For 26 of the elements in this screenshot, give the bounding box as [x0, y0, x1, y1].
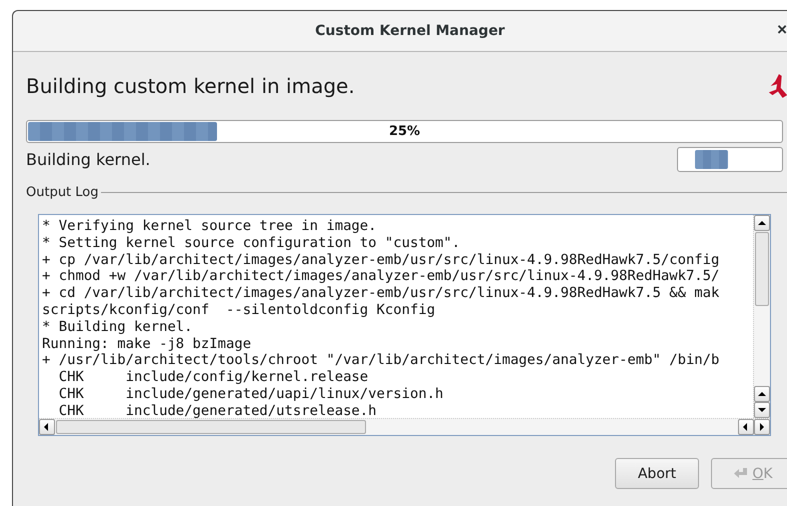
return-arrow-icon	[733, 466, 750, 480]
log-line: CHK include/generated/uapi/linux/version.h	[58, 386, 444, 403]
log-line: * Setting kernel source configuration to "custom".	[42, 234, 462, 252]
status-text: Building kernel.	[26, 150, 150, 168]
abort-button[interactable]: Abort	[615, 458, 699, 489]
window-title: Custom Kernel Manager	[315, 23, 505, 39]
frame-label: Output Log	[26, 185, 99, 200]
vertical-scrollbar[interactable]	[753, 215, 770, 418]
activity-pulse	[695, 150, 728, 168]
close-button[interactable]: ×	[775, 21, 787, 39]
horizontal-scrollbar[interactable]	[39, 418, 770, 435]
log-line: + cp /var/lib/architect/images/analyzer-emb/usr/src/linux-4.9.98RedHawk7.5/config	[42, 252, 720, 268]
log-line: + /usr/lib/architect/tools/chroot "/var/lib/architect/images/analyzer-emb" /bin/b	[42, 352, 720, 370]
log-line: CHK include/config/kernel.release	[58, 369, 370, 386]
log-line: CHK include/generated/utsrelease.h	[58, 402, 378, 418]
log-line: + cd /var/lib/architect/images/analyzer-emb/usr/src/linux-4.9.98RedHawk7.5 && mak	[42, 285, 720, 302]
progress-label: 25%	[388, 124, 420, 139]
log-line: + chmod +w /var/lib/architect/images/analyzer-emb/usr/src/linux-4.9.98RedHawk7.5/	[42, 268, 720, 286]
log-line: scripts/kconfig/conf --silentoldconfig Kconfig	[42, 302, 436, 319]
log-line: * Verifying kernel source tree in image.	[42, 218, 378, 235]
log-line: * Building kernel.	[42, 318, 194, 336]
scroll-thumb[interactable]	[755, 232, 769, 306]
log-line: Running: make -j8 bzImage	[42, 336, 252, 352]
bird-logo-icon	[767, 73, 787, 99]
scroll-thumb[interactable]	[56, 420, 366, 434]
heading-text: Building custom kernel in image.	[26, 74, 355, 98]
